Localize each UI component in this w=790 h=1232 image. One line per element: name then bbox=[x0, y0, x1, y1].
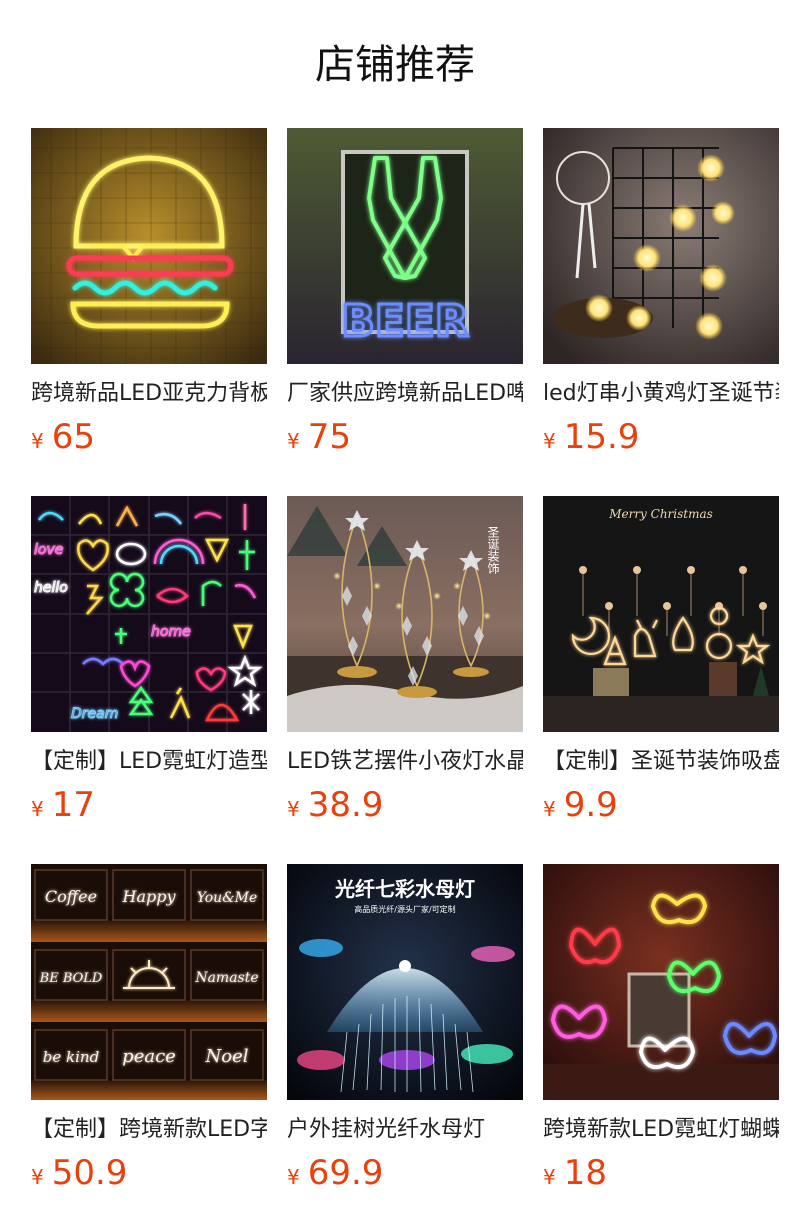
beer-neon-text: BEER bbox=[341, 296, 469, 347]
neon-word-happy: Happy bbox=[121, 887, 176, 906]
product-card[interactable]: 光纤七彩水母灯 高品质光纤/源头厂家/可定制 户外挂树光纤水母灯 ¥69.9 bbox=[287, 864, 523, 1232]
price-value: 38.9 bbox=[307, 785, 384, 825]
product-card[interactable]: 跨境新款LED霓虹灯蝴蝶 ¥18 bbox=[543, 864, 779, 1232]
product-image[interactable] bbox=[543, 864, 779, 1100]
product-name[interactable]: 厂家供应跨境新品LED啤酒霓虹灯 bbox=[287, 378, 523, 410]
currency-symbol: ¥ bbox=[31, 1165, 44, 1189]
product-price: ¥9.9 bbox=[543, 782, 618, 828]
price-value: 69.9 bbox=[307, 1153, 384, 1193]
section-title: 店铺推荐 bbox=[315, 42, 475, 88]
product-price: ¥18 bbox=[543, 1150, 607, 1196]
product-image[interactable]: 圣诞装饰 bbox=[287, 496, 523, 732]
neon-love-text: love bbox=[34, 542, 63, 558]
currency-symbol: ¥ bbox=[287, 429, 300, 453]
currency-symbol: ¥ bbox=[543, 429, 556, 453]
product-price: ¥75 bbox=[287, 414, 351, 460]
product-card[interactable]: love hello home Dream 【定制】LED霓虹灯造型灯 ¥17 bbox=[31, 496, 267, 864]
neon-home-text: home bbox=[151, 624, 191, 640]
price-value: 15.9 bbox=[563, 417, 640, 457]
product-name[interactable]: 【定制】LED霓虹灯造型灯 bbox=[31, 746, 267, 778]
product-image[interactable] bbox=[543, 128, 779, 364]
neon-word-noel: Noel bbox=[205, 1046, 249, 1067]
currency-symbol: ¥ bbox=[31, 429, 44, 453]
product-card[interactable]: 跨境新品LED亚克力背板汉堡霓虹灯 ¥65 bbox=[31, 128, 267, 496]
product-card[interactable]: Coffee Happy You&Me BE BOLD Namaste be k… bbox=[31, 864, 267, 1232]
product-image[interactable]: Merry Christmas bbox=[543, 496, 779, 732]
product-name[interactable]: 【定制】跨境新款LED字母霓虹灯 bbox=[31, 1114, 267, 1146]
overlay-subtitle: 高品质光纤/源头厂家/可定制 bbox=[354, 904, 455, 914]
product-card[interactable]: led灯串小黄鸡灯圣诞节装饰 ¥15.9 bbox=[543, 128, 779, 496]
product-price: ¥50.9 bbox=[31, 1150, 127, 1196]
currency-symbol: ¥ bbox=[287, 1165, 300, 1189]
currency-symbol: ¥ bbox=[543, 797, 556, 821]
product-image[interactable] bbox=[31, 128, 267, 364]
currency-symbol: ¥ bbox=[543, 1165, 556, 1189]
price-value: 9.9 bbox=[563, 785, 618, 825]
product-price: ¥69.9 bbox=[287, 1150, 383, 1196]
currency-symbol: ¥ bbox=[287, 797, 300, 821]
product-name[interactable]: 【定制】圣诞节装饰吸盘灯 bbox=[543, 746, 779, 778]
product-image[interactable]: love hello home Dream bbox=[31, 496, 267, 732]
product-name[interactable]: led灯串小黄鸡灯圣诞节装饰 bbox=[543, 378, 779, 410]
product-price: ¥15.9 bbox=[543, 414, 639, 460]
product-image[interactable]: BEER bbox=[287, 128, 523, 364]
neon-word-be-kind: be kind bbox=[43, 1048, 99, 1066]
neon-dream-text: Dream bbox=[71, 706, 118, 722]
price-value: 65 bbox=[51, 417, 95, 457]
price-value: 18 bbox=[563, 1153, 607, 1193]
product-image[interactable]: Coffee Happy You&Me BE BOLD Namaste be k… bbox=[31, 864, 267, 1100]
currency-symbol: ¥ bbox=[31, 797, 44, 821]
neon-hello-text: hello bbox=[34, 580, 68, 596]
product-name[interactable]: 跨境新款LED霓虹灯蝴蝶 bbox=[543, 1114, 779, 1146]
neon-word-namaste: Namaste bbox=[194, 970, 258, 986]
product-card[interactable]: Merry Christmas 【定制】圣诞节装饰吸盘 ¥ 9.9 bbox=[543, 496, 779, 864]
product-card[interactable]: 圣诞装饰 LED铁艺摆件小夜灯水晶圣诞树 ¥38.9 bbox=[287, 496, 523, 864]
product-price: ¥65 bbox=[31, 414, 95, 460]
product-price: ¥38.9 bbox=[287, 782, 383, 828]
product-name[interactable]: 跨境新品LED亚克力背板汉堡霓虹灯 bbox=[31, 378, 267, 410]
neon-word-peace: peace bbox=[122, 1046, 176, 1067]
price-value: 75 bbox=[307, 417, 351, 457]
price-value: 50.9 bbox=[51, 1153, 128, 1193]
product-card[interactable]: BEER 厂家供应跨境新品LED啤酒霓虹灯 ¥75 bbox=[287, 128, 523, 496]
neon-word-you-me: You&Me bbox=[197, 890, 258, 906]
product-grid: 跨境新品LED亚克力背板汉堡霓虹灯 ¥65 bbox=[31, 128, 790, 1232]
product-price: ¥17 bbox=[31, 782, 95, 828]
product-name[interactable]: 户外挂树光纤水母灯 bbox=[287, 1114, 523, 1146]
product-image[interactable]: 光纤七彩水母灯 高品质光纤/源头厂家/可定制 bbox=[287, 864, 523, 1100]
overlay-title: 光纤七彩水母灯 bbox=[334, 877, 475, 901]
price-value: 17 bbox=[51, 785, 95, 825]
merry-christmas-text: Merry Christmas bbox=[608, 507, 713, 521]
neon-word-coffee: Coffee bbox=[45, 887, 97, 906]
xmas-deco-tag: 圣诞装饰 bbox=[486, 526, 500, 574]
product-name[interactable]: LED铁艺摆件小夜灯水晶圣诞树 bbox=[287, 746, 523, 778]
neon-word-be-bold: BE BOLD bbox=[39, 971, 103, 986]
